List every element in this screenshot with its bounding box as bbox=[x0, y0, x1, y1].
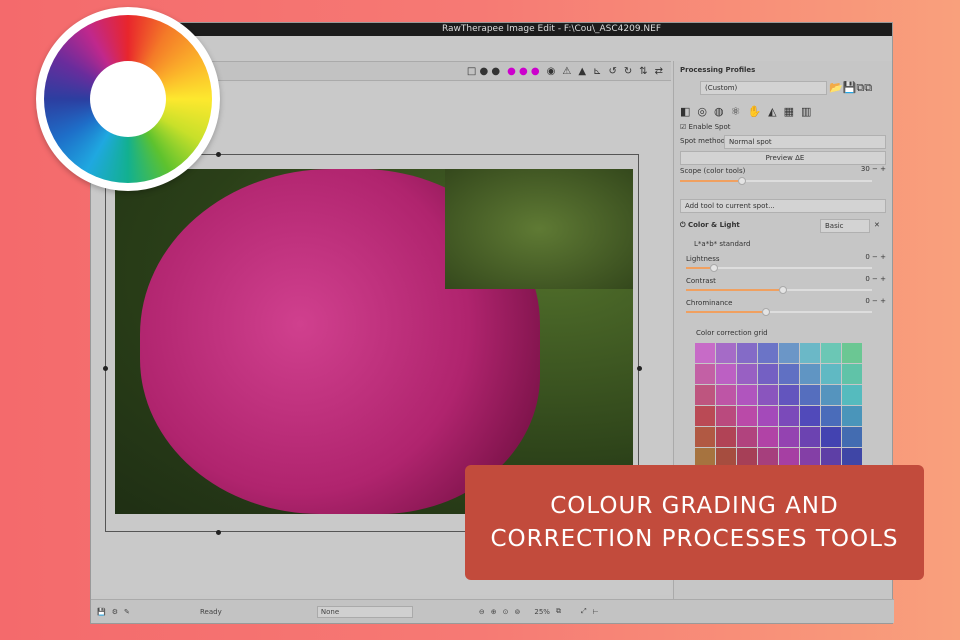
crop-handle[interactable] bbox=[637, 366, 642, 371]
grid-title: Color correction grid bbox=[696, 329, 768, 337]
grid-cell bbox=[779, 406, 799, 426]
grid-cell bbox=[821, 406, 841, 426]
zoom-out-icon[interactable]: ⊖ bbox=[479, 608, 485, 616]
warning-dark-icon[interactable]: ▲ bbox=[578, 66, 586, 77]
grid-cell bbox=[779, 343, 799, 363]
spot-method-select[interactable]: Normal spot bbox=[724, 135, 886, 149]
grid-cell bbox=[842, 385, 862, 405]
preview-delta-e-button[interactable]: Preview ΔE bbox=[680, 151, 886, 165]
grid-cell bbox=[800, 406, 820, 426]
caption-line-2: CORRECTION PROCESSES TOOLS bbox=[490, 525, 899, 552]
grid-cell bbox=[842, 364, 862, 384]
spot-method-label: Spot method: bbox=[680, 137, 728, 145]
adjust-slider[interactable] bbox=[686, 264, 872, 272]
grid-cell bbox=[758, 385, 778, 405]
grid-cell bbox=[821, 427, 841, 447]
profile-select[interactable]: (Custom) bbox=[700, 81, 827, 95]
grid-cell bbox=[779, 364, 799, 384]
grid-cell bbox=[758, 427, 778, 447]
grid-cell bbox=[737, 385, 757, 405]
flip-h-icon[interactable]: ⇄ bbox=[655, 66, 663, 77]
fullscreen-icon[interactable]: ⤢ bbox=[581, 607, 587, 616]
lab-mode-label: L*a*b* standard bbox=[694, 240, 751, 248]
grid-cell bbox=[695, 406, 715, 426]
grid-cell bbox=[800, 343, 820, 363]
grid-cell bbox=[695, 343, 715, 363]
enable-spot-label: Enable Spot bbox=[688, 123, 731, 131]
flip-icon[interactable]: ⇅ bbox=[639, 66, 647, 77]
grid-cell bbox=[758, 343, 778, 363]
zoom-fit-icon[interactable]: ⊙ bbox=[503, 608, 509, 616]
adjust-slider[interactable] bbox=[686, 286, 872, 294]
zoom-level: 25% bbox=[534, 607, 550, 616]
grid-cell bbox=[716, 406, 736, 426]
grid-cell bbox=[800, 385, 820, 405]
grid-cell bbox=[842, 427, 862, 447]
panel-toggle-icon[interactable]: ⊢ bbox=[593, 608, 599, 616]
crop-handle[interactable] bbox=[103, 366, 108, 371]
profile-actions-icons[interactable]: 📂💾⧉⧉ bbox=[829, 81, 886, 95]
slider-value[interactable]: 0 − + bbox=[840, 275, 886, 283]
grid-cell bbox=[842, 343, 862, 363]
caption-line-1: COLOUR GRADING AND bbox=[550, 492, 839, 519]
grid-cell bbox=[758, 364, 778, 384]
focus-mask-icon[interactable]: ◉ bbox=[547, 66, 556, 77]
complexity-select[interactable]: Basic bbox=[820, 219, 870, 233]
bg-color-icons[interactable]: □ ● ● bbox=[467, 66, 500, 77]
caption-banner: COLOUR GRADING AND CORRECTION PROCESSES … bbox=[465, 465, 924, 580]
grid-cell bbox=[842, 406, 862, 426]
grid-cell bbox=[716, 427, 736, 447]
grid-cell bbox=[695, 427, 715, 447]
grid-cell bbox=[779, 427, 799, 447]
save-icon[interactable]: 💾 bbox=[97, 608, 106, 616]
slider-value[interactable]: 0 − + bbox=[840, 253, 886, 261]
grid-cell bbox=[695, 364, 715, 384]
grid-cell bbox=[716, 385, 736, 405]
queue-icon[interactable]: ⚙ bbox=[112, 608, 118, 616]
grid-cell bbox=[800, 364, 820, 384]
grid-cell bbox=[716, 364, 736, 384]
window-title: RawTherapee Image Edit - F:\Cou\_ASC4209… bbox=[91, 23, 892, 36]
status-text: Ready bbox=[200, 607, 222, 616]
color-correction-grid[interactable] bbox=[695, 343, 862, 468]
rotate-right-icon[interactable]: ↻ bbox=[624, 66, 632, 77]
adjust-slider[interactable] bbox=[686, 308, 872, 316]
crop-handle[interactable] bbox=[216, 152, 221, 157]
grid-cell bbox=[821, 385, 841, 405]
slider-value[interactable]: 0 − + bbox=[840, 297, 886, 305]
color-light-title: Color & Light bbox=[687, 221, 740, 229]
crop-handle[interactable] bbox=[216, 530, 221, 535]
close-icon[interactable]: ✕ bbox=[874, 221, 886, 229]
grid-cell bbox=[737, 427, 757, 447]
profiles-label: Processing Profiles bbox=[680, 66, 756, 74]
add-tool-select[interactable]: Add tool to current spot... bbox=[680, 199, 886, 213]
color-wheel-logo bbox=[36, 7, 220, 191]
histogram-icon[interactable]: ⊾ bbox=[593, 66, 601, 77]
editor-icon[interactable]: ✎ bbox=[124, 608, 130, 616]
tool-tabs[interactable]: ◧◎◍⚛✋◭▦▥ bbox=[680, 105, 886, 118]
new-window-icon[interactable]: ⧉ bbox=[556, 607, 561, 616]
photo-preview bbox=[115, 169, 633, 514]
warning-icon[interactable]: ⚠ bbox=[562, 66, 571, 77]
preview-select[interactable]: None bbox=[316, 605, 413, 618]
enable-spot-checkbox[interactable]: ☑ Enable Spot bbox=[680, 123, 886, 131]
channel-icons[interactable]: ● ● ● bbox=[507, 66, 540, 77]
grid-cell bbox=[758, 406, 778, 426]
grid-cell bbox=[821, 343, 841, 363]
grid-cell bbox=[737, 406, 757, 426]
grid-cell bbox=[716, 343, 736, 363]
grid-cell bbox=[695, 385, 715, 405]
rotate-left-icon[interactable]: ↺ bbox=[608, 66, 616, 77]
grid-cell bbox=[800, 427, 820, 447]
scope-slider[interactable] bbox=[680, 177, 872, 185]
grid-cell bbox=[737, 343, 757, 363]
zoom-100-icon[interactable]: ⊚ bbox=[515, 608, 521, 616]
zoom-in-icon[interactable]: ⊕ bbox=[491, 608, 497, 616]
grid-cell bbox=[779, 385, 799, 405]
grid-cell bbox=[821, 364, 841, 384]
scope-value[interactable]: 30 − + bbox=[840, 165, 886, 173]
grid-cell bbox=[737, 364, 757, 384]
status-bar: 💾 ⚙ ✎ Ready None ⊖ ⊕ ⊙ ⊚ 25% ⧉ ⤢ ⊢ bbox=[91, 599, 894, 623]
